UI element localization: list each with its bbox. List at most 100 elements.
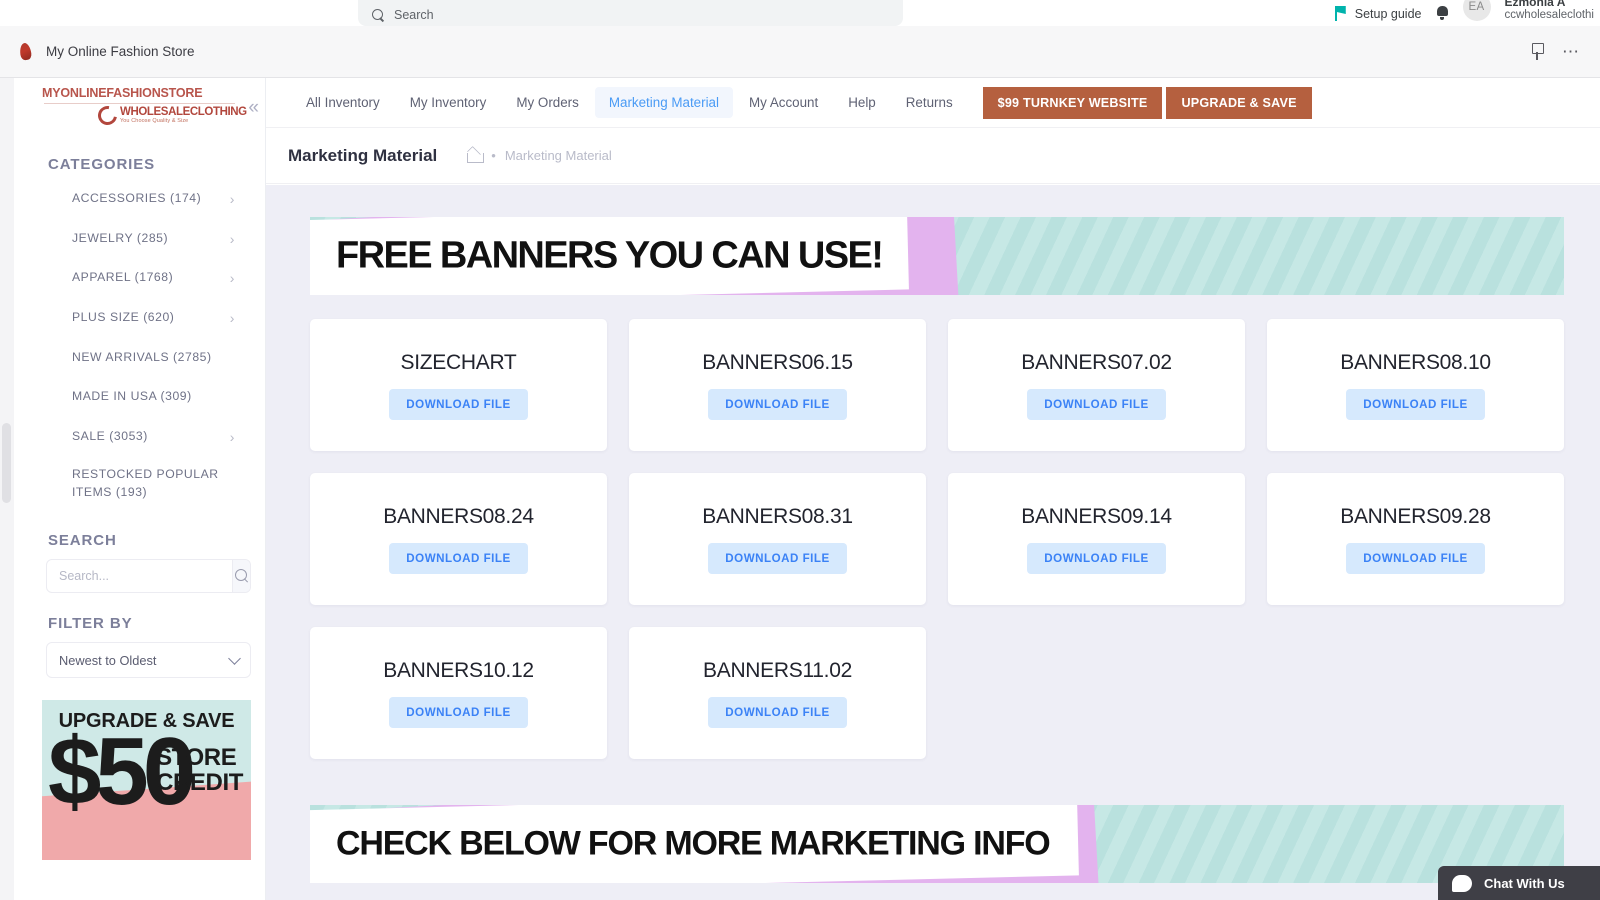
hero-banner-bottom-text: CHECK BELOW FOR MORE MARKETING INFO [336, 825, 1050, 864]
download-file-button[interactable]: DOWNLOAD FILE [708, 697, 846, 728]
avatar[interactable]: EA [1463, 0, 1491, 21]
download-file-button[interactable]: DOWNLOAD FILE [1346, 543, 1484, 574]
chevron-right-icon: › [230, 427, 235, 447]
filter-select[interactable]: Newest to Oldest [46, 642, 251, 678]
page-scrollbar-thumb[interactable] [2, 423, 11, 503]
category-label: RESTOCKED POPULAR ITEMS (193) [72, 466, 229, 501]
chevron-right-icon: › [230, 308, 235, 328]
chevron-right-icon: › [230, 268, 235, 288]
browser-search-placeholder: Search [394, 9, 434, 22]
chat-widget-label: Chat With Us [1484, 876, 1565, 891]
app-title-bar: My Online Fashion Store ⋯ [0, 26, 1600, 78]
search-heading: SEARCH [14, 510, 265, 559]
search-submit-button[interactable] [232, 560, 250, 592]
download-file-button[interactable]: DOWNLOAD FILE [1027, 389, 1165, 420]
brand-c-icon [94, 102, 120, 128]
download-file-button[interactable]: DOWNLOAD FILE [389, 543, 527, 574]
page-title: Marketing Material [288, 146, 437, 166]
material-card-title: BANNERS09.14 [1021, 505, 1171, 529]
category-label: JEWELRY (285) [72, 230, 168, 248]
brand-top-text: MYONLINEFASHIONSTORE [28, 86, 251, 100]
search-icon [235, 569, 249, 583]
category-item-apparel[interactable]: APPAREL (1768) › [14, 258, 251, 298]
breadcrumb: • Marketing Material [467, 148, 612, 163]
turnkey-website-button[interactable]: $99 TURNKEY WEBSITE [983, 87, 1163, 119]
brand-bottom-text: WHOLESALECLOTHING [120, 107, 247, 119]
material-card[interactable]: BANNERS09.14 DOWNLOAD FILE [948, 473, 1245, 605]
category-label: MADE IN USA (309) [72, 388, 192, 406]
promo-subtext-line1: STORE [156, 746, 243, 770]
material-card[interactable]: BANNERS09.28 DOWNLOAD FILE [1267, 473, 1564, 605]
marketing-material-grid: SIZECHART DOWNLOAD FILE BANNERS06.15 DOW… [310, 319, 1564, 759]
brand-tagline: You Choose Quality & Size [120, 119, 247, 125]
tab-all-inventory[interactable]: All Inventory [292, 87, 394, 118]
page-scrollbar[interactable] [0, 78, 14, 900]
material-card-title: BANNERS10.12 [383, 659, 533, 683]
setup-guide-button[interactable]: Setup guide [1335, 6, 1422, 21]
material-card[interactable]: SIZECHART DOWNLOAD FILE [310, 319, 607, 451]
material-card-title: SIZECHART [401, 351, 517, 375]
material-card-title: BANNERS11.02 [703, 659, 852, 683]
sidebar: MYONLINEFASHIONSTORE WHOLESALECLOTHING Y… [14, 78, 266, 900]
material-card[interactable]: BANNERS06.15 DOWNLOAD FILE [629, 319, 926, 451]
notifications-bell-icon[interactable] [1436, 5, 1449, 21]
tab-help[interactable]: Help [834, 87, 890, 118]
category-item-sale[interactable]: SALE (3053) › [14, 417, 251, 457]
more-options-icon[interactable]: ⋯ [1562, 47, 1580, 57]
search-icon [372, 9, 385, 22]
category-item-plus-size[interactable]: PLUS SIZE (620) › [14, 298, 251, 338]
material-card[interactable]: BANNERS11.02 DOWNLOAD FILE [629, 627, 926, 759]
category-item-new-arrivals[interactable]: NEW ARRIVALS (2785) [14, 338, 251, 378]
breadcrumb-bar: Marketing Material • Marketing Material [266, 128, 1600, 184]
download-file-button[interactable]: DOWNLOAD FILE [708, 389, 846, 420]
category-label: SALE (3053) [72, 428, 148, 446]
breadcrumb-separator: • [491, 148, 496, 163]
promo-subtext-line2: CREDIT [156, 771, 243, 795]
upgrade-save-button[interactable]: UPGRADE & SAVE [1166, 87, 1311, 119]
pushpin-icon[interactable] [1530, 43, 1544, 60]
tab-my-account[interactable]: My Account [735, 87, 832, 118]
category-item-jewelry[interactable]: JEWELRY (285) › [14, 219, 251, 259]
search-input[interactable] [47, 560, 232, 592]
download-file-button[interactable]: DOWNLOAD FILE [1346, 389, 1484, 420]
chevron-right-icon: › [230, 228, 235, 248]
content-area: FREE BANNERS YOU CAN USE! SIZECHART DOWN… [266, 185, 1600, 900]
chat-widget[interactable]: Chat With Us [1438, 866, 1600, 900]
material-card[interactable]: BANNERS07.02 DOWNLOAD FILE [948, 319, 1245, 451]
material-card[interactable]: BANNERS08.10 DOWNLOAD FILE [1267, 319, 1564, 451]
download-file-button[interactable]: DOWNLOAD FILE [389, 389, 527, 420]
category-item-made-in-usa[interactable]: MADE IN USA (309) [14, 377, 251, 417]
tab-returns[interactable]: Returns [892, 87, 967, 118]
app-title: My Online Fashion Store [46, 44, 195, 59]
category-item-restocked-popular-items[interactable]: RESTOCKED POPULAR ITEMS (193) [14, 457, 251, 510]
breadcrumb-current: Marketing Material [505, 148, 612, 163]
material-card-title: BANNERS08.31 [702, 505, 852, 529]
chat-bubble-icon [1452, 875, 1472, 892]
filter-heading: FILTER BY [14, 593, 265, 642]
download-file-button[interactable]: DOWNLOAD FILE [1027, 543, 1165, 574]
tab-my-orders[interactable]: My Orders [502, 87, 593, 118]
download-file-button[interactable]: DOWNLOAD FILE [389, 697, 527, 728]
material-card[interactable]: BANNERS08.31 DOWNLOAD FILE [629, 473, 926, 605]
category-label: NEW ARRIVALS (2785) [72, 349, 212, 367]
chevron-double-left-icon[interactable]: « [248, 98, 255, 117]
material-card[interactable]: BANNERS08.24 DOWNLOAD FILE [310, 473, 607, 605]
material-card[interactable]: BANNERS10.12 DOWNLOAD FILE [310, 627, 607, 759]
brand-divider [44, 103, 235, 104]
upgrade-save-promo[interactable]: UPGRADE & SAVE $50 STORE CREDIT [42, 700, 251, 860]
material-card-title: BANNERS08.24 [383, 505, 533, 529]
browser-account-area: Setup guide EA Ezmonia A ccwholesaleclot… [1335, 0, 1594, 24]
account-info[interactable]: Ezmonia A ccwholesaleclothi [1505, 0, 1595, 21]
browser-chrome-strip: Search Setup guide EA Ezmonia A ccwholes… [0, 0, 1600, 26]
browser-search-box[interactable]: Search [358, 0, 903, 26]
app-logo-icon [16, 42, 36, 62]
tab-my-inventory[interactable]: My Inventory [396, 87, 501, 118]
download-file-button[interactable]: DOWNLOAD FILE [708, 543, 846, 574]
brand-logo[interactable]: MYONLINEFASHIONSTORE WHOLESALECLOTHING Y… [14, 78, 265, 134]
filter-select-wrap: Newest to Oldest [46, 642, 251, 678]
tab-marketing-material[interactable]: Marketing Material [595, 87, 733, 118]
flag-icon [1335, 6, 1348, 21]
account-name: Ezmonia A [1505, 0, 1595, 9]
category-item-accessories[interactable]: ACCESSORIES (174) › [14, 179, 251, 219]
home-icon[interactable] [467, 149, 482, 162]
